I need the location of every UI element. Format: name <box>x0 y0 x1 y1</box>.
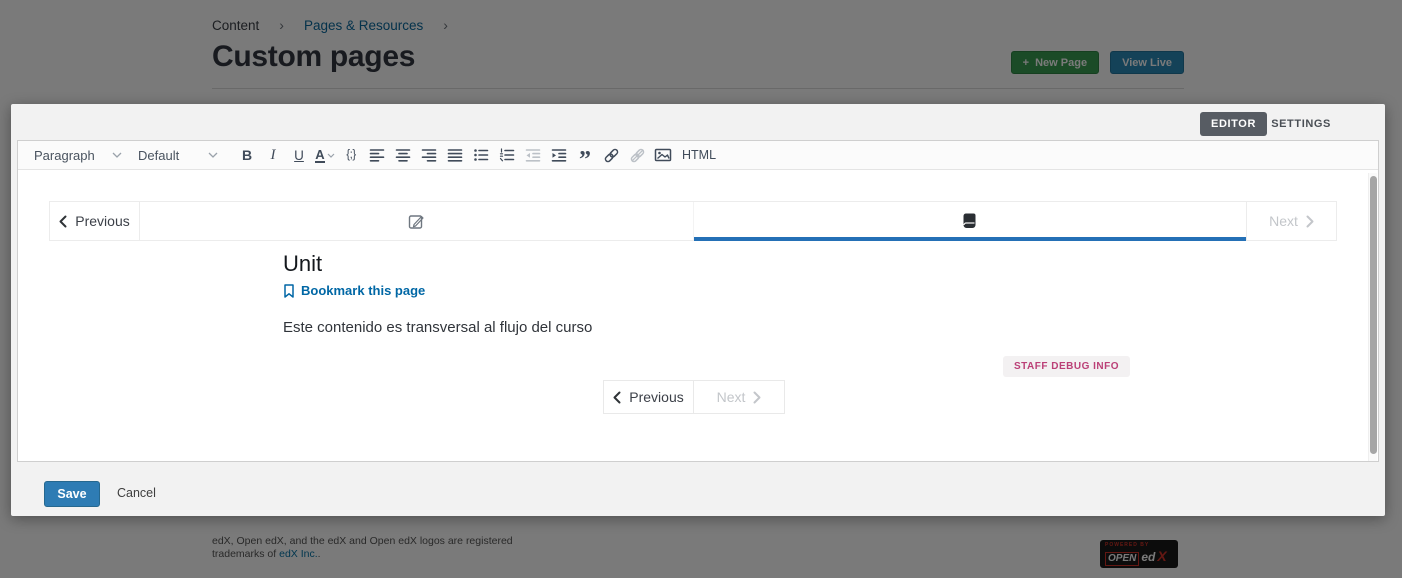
xblock-editor-modal: EDITOR SETTINGS Paragraph Default B I U <box>11 104 1385 516</box>
italic-icon: I <box>271 147 276 164</box>
remove-link-button[interactable] <box>624 143 650 167</box>
editor-scrollbar-thumb[interactable] <box>1370 176 1377 454</box>
chevron-left-icon <box>59 215 67 228</box>
insert-link-button[interactable] <box>598 143 624 167</box>
bullet-list-button[interactable] <box>468 143 494 167</box>
paragraph-format-dropdown[interactable]: Paragraph <box>26 141 130 169</box>
outdent-button[interactable] <box>520 143 546 167</box>
chevron-down-icon <box>112 152 122 158</box>
editor-toolbar: Paragraph Default B I U A {;} <box>18 141 1378 170</box>
edit-icon <box>408 213 425 230</box>
unit-title: Unit <box>283 251 322 277</box>
screen: Content › Pages & Resources › Custom pag… <box>0 0 1402 578</box>
numbered-list-button[interactable] <box>494 143 520 167</box>
numbered-list-icon <box>499 147 515 163</box>
indent-button[interactable] <box>546 143 572 167</box>
sequence-next-label: Next <box>1269 213 1298 229</box>
text-color-button[interactable]: A <box>312 143 338 167</box>
underline-icon: U <box>294 148 304 163</box>
sequence-tab-unit[interactable] <box>140 202 693 240</box>
sequence-tab-content[interactable] <box>693 202 1247 240</box>
unit-next-button[interactable]: Next <box>694 381 784 413</box>
text-color-icon: A <box>315 148 324 163</box>
unit-body-text: Este contenido es transversal al flujo d… <box>283 319 592 336</box>
bookmark-icon <box>283 284 295 298</box>
chevron-right-icon <box>1306 215 1314 228</box>
align-right-icon <box>421 147 437 163</box>
active-tab-underline <box>694 237 1247 241</box>
staff-debug-info-button[interactable]: STAFF DEBUG INFO <box>1003 356 1130 377</box>
align-justify-button[interactable] <box>442 143 468 167</box>
unit-previous-button[interactable]: Previous <box>604 381 694 413</box>
rich-text-editor: Paragraph Default B I U A {;} <box>17 140 1379 462</box>
save-label: Save <box>57 487 86 501</box>
image-icon <box>654 147 672 163</box>
sequence-navigation: Previous Next <box>49 201 1337 241</box>
code-button[interactable]: {;} <box>338 143 364 167</box>
editor-content-area[interactable]: Previous Next Unit <box>18 171 1378 461</box>
save-button[interactable]: Save <box>44 481 100 507</box>
cancel-button[interactable]: Cancel <box>117 486 156 500</box>
staff-debug-info-label: STAFF DEBUG INFO <box>1014 361 1119 372</box>
align-center-icon <box>395 147 411 163</box>
chevron-down-icon <box>208 152 218 158</box>
unit-next-label: Next <box>717 389 746 405</box>
bold-icon: B <box>242 147 252 163</box>
sequence-next-button[interactable]: Next <box>1246 202 1336 240</box>
bookmark-label: Bookmark this page <box>301 283 425 298</box>
align-left-icon <box>369 147 385 163</box>
book-icon <box>963 213 976 229</box>
align-right-button[interactable] <box>416 143 442 167</box>
blockquote-button[interactable]: ” <box>572 143 598 167</box>
cancel-label: Cancel <box>117 486 156 500</box>
underline-button[interactable]: U <box>286 143 312 167</box>
html-source-label: HTML <box>682 148 716 162</box>
editor-scrollbar[interactable] <box>1368 173 1377 461</box>
html-source-button[interactable]: HTML <box>676 148 722 162</box>
bullet-list-icon <box>473 147 489 163</box>
align-justify-icon <box>447 147 463 163</box>
style-dropdown[interactable]: Default <box>130 141 226 169</box>
chevron-left-icon <box>613 391 621 404</box>
sequence-previous-label: Previous <box>75 213 129 229</box>
chevron-down-icon <box>327 153 335 158</box>
unlink-icon <box>629 147 646 164</box>
sequence-previous-button[interactable]: Previous <box>50 202 140 240</box>
outdent-icon <box>525 147 541 163</box>
unit-previous-label: Previous <box>629 389 683 405</box>
tab-editor[interactable]: EDITOR <box>1200 112 1267 136</box>
indent-icon <box>551 147 567 163</box>
paragraph-format-label: Paragraph <box>34 148 95 163</box>
insert-image-button[interactable] <box>650 143 676 167</box>
tab-settings[interactable]: SETTINGS <box>1267 112 1335 136</box>
align-left-button[interactable] <box>364 143 390 167</box>
link-icon <box>603 147 620 164</box>
align-center-button[interactable] <box>390 143 416 167</box>
style-label: Default <box>138 148 179 163</box>
blockquote-icon: ” <box>579 145 591 165</box>
italic-button[interactable]: I <box>260 143 286 167</box>
code-icon: {;} <box>346 149 355 161</box>
tab-settings-label: SETTINGS <box>1271 118 1331 130</box>
chevron-right-icon <box>753 391 761 404</box>
unit-bottom-navigation: Previous Next <box>603 380 785 414</box>
bold-button[interactable]: B <box>234 143 260 167</box>
bookmark-link[interactable]: Bookmark this page <box>283 283 425 298</box>
tab-editor-label: EDITOR <box>1211 118 1256 130</box>
